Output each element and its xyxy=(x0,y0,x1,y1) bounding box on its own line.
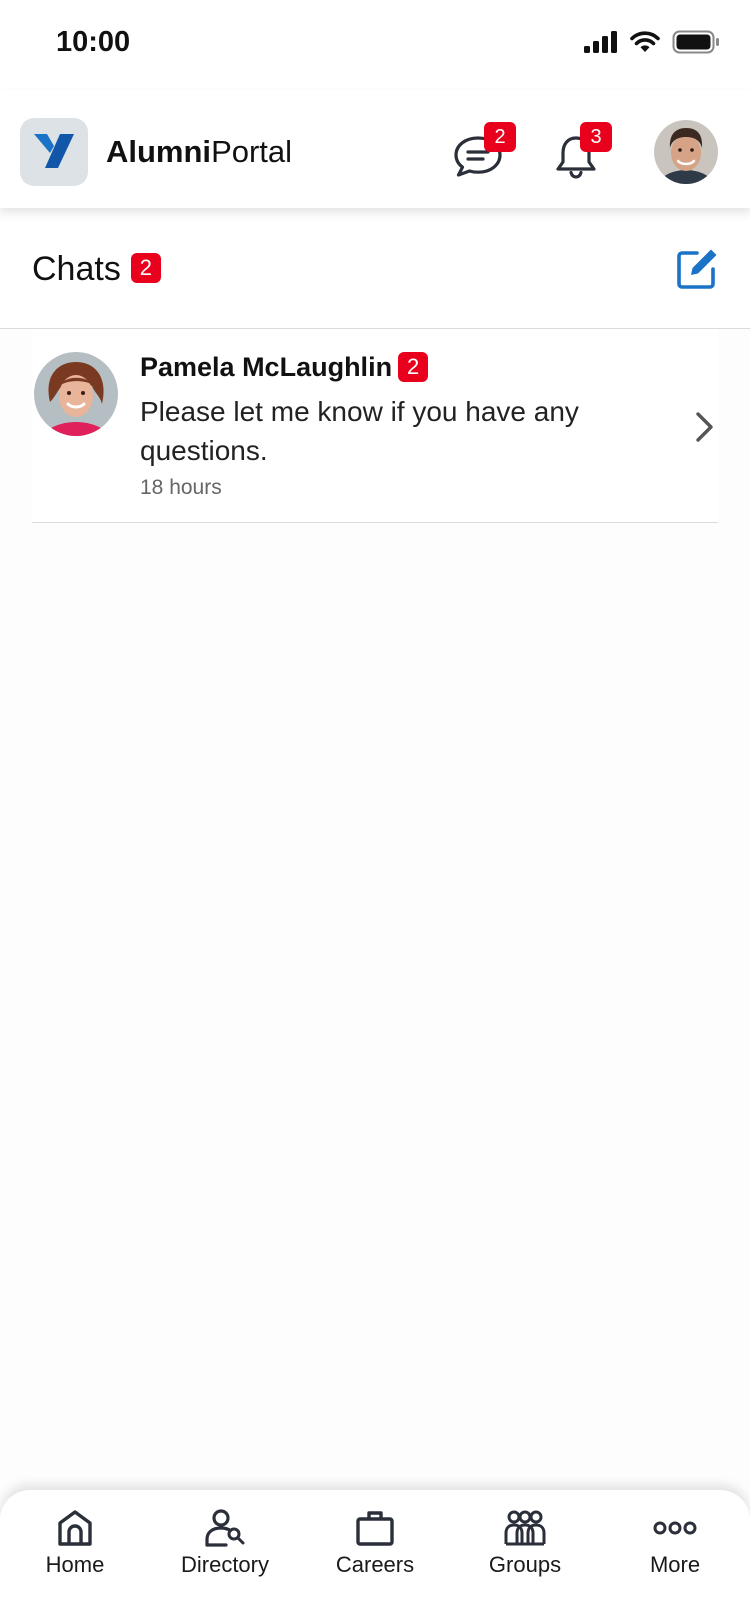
status-bar: 10:00 xyxy=(0,0,750,90)
briefcase-icon xyxy=(356,1511,394,1546)
user-photo-icon xyxy=(654,120,718,184)
signal-icon xyxy=(584,31,617,53)
compose-icon xyxy=(677,249,717,289)
nav-label-groups: Groups xyxy=(488,1552,562,1577)
chat-list-item[interactable]: Pamela McLaughlin 2 Please let me know if… xyxy=(32,330,718,523)
notifications-badge: 3 xyxy=(580,122,612,152)
chats-header: Chats 2 xyxy=(0,220,750,329)
chats-title: Chats xyxy=(32,250,121,288)
groups-icon xyxy=(504,1510,546,1546)
nav-more[interactable]: More xyxy=(605,1490,745,1624)
unread-badge: 2 xyxy=(398,352,429,382)
contact-photo-icon xyxy=(34,352,118,436)
notifications-button[interactable]: 3 xyxy=(552,122,612,184)
nav-directory[interactable]: Directory xyxy=(155,1490,295,1624)
nav-label-directory: Directory xyxy=(180,1552,269,1577)
profile-avatar[interactable] xyxy=(654,120,718,184)
brand-name: AlumniPortal xyxy=(106,134,292,170)
nav-careers[interactable]: Careers xyxy=(305,1490,445,1624)
contact-name: Pamela McLaughlin xyxy=(140,352,393,382)
nav-label-more: More xyxy=(649,1552,701,1577)
status-time: 10:00 xyxy=(56,26,131,58)
message-preview: Please let me know if you have any quest… xyxy=(140,396,579,466)
chats-count-badge: 2 xyxy=(130,253,161,283)
brand-bold: Alumni xyxy=(106,134,212,169)
contact-name-row: Pamela McLaughlin 2 xyxy=(140,352,429,383)
nav-label-home: Home xyxy=(45,1552,105,1577)
wifi-icon xyxy=(630,31,660,52)
status-icons xyxy=(584,30,720,54)
nav-groups[interactable]: Groups xyxy=(455,1490,595,1624)
messages-badge: 2 xyxy=(484,122,516,152)
directory-icon xyxy=(205,1509,245,1547)
more-icon xyxy=(653,1521,697,1535)
chevron-right-icon xyxy=(696,412,713,442)
bottom-nav: Home Directory Careers Groups More xyxy=(0,1490,750,1624)
app-header: AlumniPortal 2 3 xyxy=(0,90,750,208)
nav-label-careers: Careers xyxy=(335,1552,415,1577)
contact-avatar xyxy=(34,352,118,436)
app-logo[interactable] xyxy=(20,118,88,186)
messages-button[interactable]: 2 xyxy=(452,122,516,184)
logo-y-icon xyxy=(34,134,74,168)
chats-title-row: Chats 2 xyxy=(32,250,161,289)
compose-button[interactable] xyxy=(676,246,720,290)
brand-regular: Portal xyxy=(211,134,293,169)
nav-home[interactable]: Home xyxy=(5,1490,145,1624)
message-time: 18 hours xyxy=(140,476,222,499)
home-icon xyxy=(58,1510,92,1546)
battery-icon xyxy=(672,30,719,54)
